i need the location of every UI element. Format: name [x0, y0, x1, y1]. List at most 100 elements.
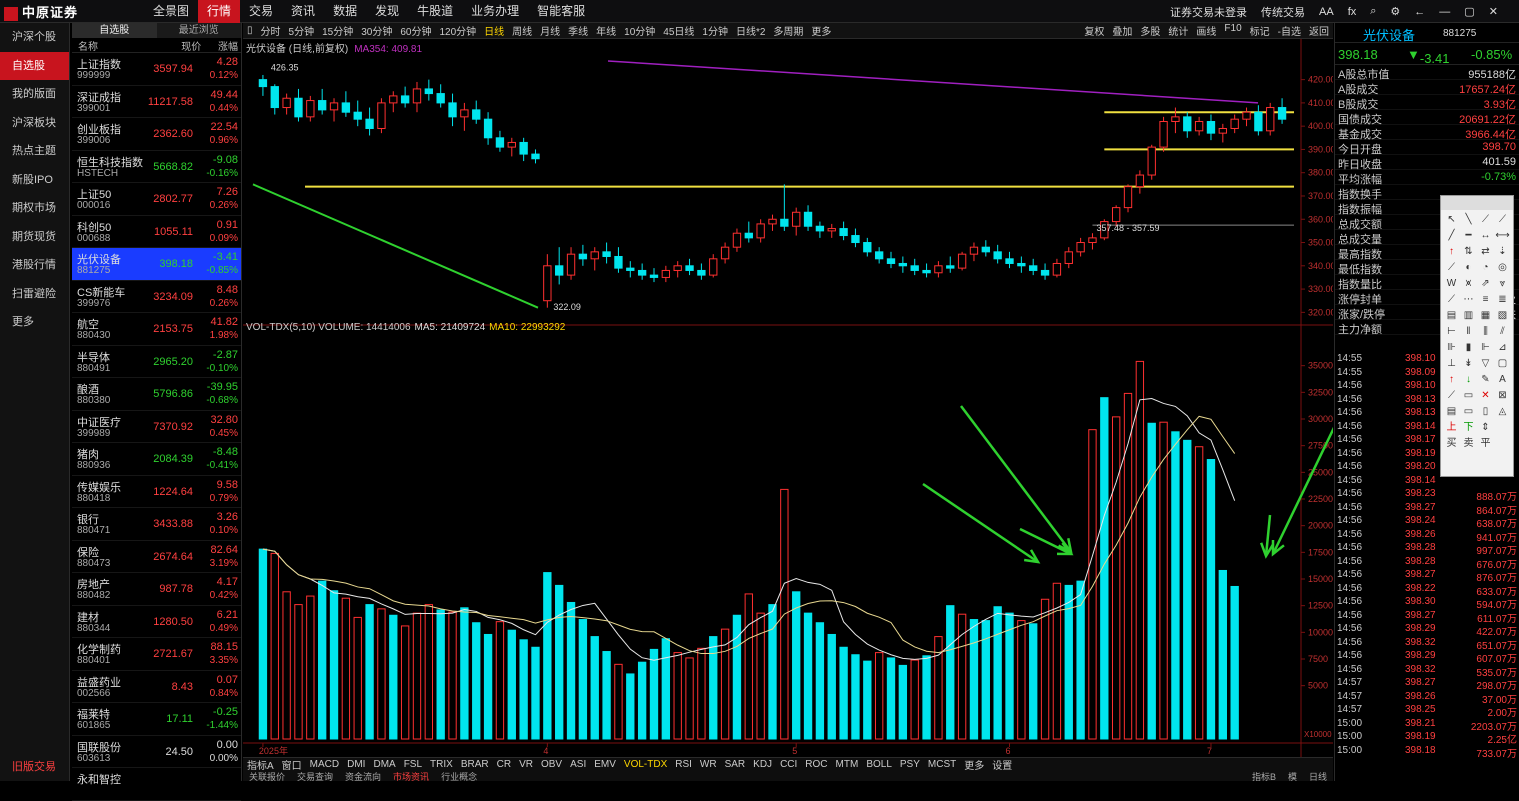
- drawing-tool-icon[interactable]: ⟋: [1444, 389, 1459, 403]
- drawing-tool-icon[interactable]: ≣: [1495, 293, 1510, 307]
- drawing-tool-icon[interactable]: ◬: [1495, 405, 1510, 419]
- drawing-tool-icon[interactable]: ⟋: [1444, 261, 1459, 275]
- topright-item[interactable]: fx: [1348, 6, 1357, 18]
- leftnav-item[interactable]: 热点主题: [0, 137, 69, 166]
- drawing-tool-icon[interactable]: ✎: [1478, 373, 1493, 387]
- indicator-tab[interactable]: DMI: [343, 759, 369, 770]
- indicator-switch[interactable]: 日线: [1303, 770, 1333, 783]
- watchlist-row[interactable]: 上证50 000016 2802.77 7.26 0.26%: [72, 183, 241, 216]
- watchlist-tab[interactable]: 自选股: [72, 23, 157, 38]
- watchlist-row[interactable]: 上证指数 999999 3597.94 4.28 0.12%: [72, 53, 241, 86]
- indicator-switch[interactable]: 指标B: [1246, 770, 1282, 783]
- drawing-tool-icon[interactable]: ◐: [1461, 261, 1476, 275]
- period-tab[interactable]: 周线: [508, 23, 536, 38]
- drawing-tool-icon[interactable]: ▧: [1495, 309, 1510, 323]
- drawing-tool-icon[interactable]: ⇗: [1478, 277, 1493, 291]
- drawing-tool-icon[interactable]: ⩙: [1461, 277, 1476, 291]
- period-tab[interactable]: 5分钟: [285, 23, 319, 38]
- chart-tool-button[interactable]: 叠加: [1108, 23, 1136, 38]
- drawing-tool-icon[interactable]: ‖: [1461, 325, 1476, 339]
- indicator-tab[interactable]: CCI: [776, 759, 801, 770]
- watchlist-row[interactable]: 传媒娱乐 880418 1224.64 9.58 0.79%: [72, 476, 241, 508]
- topnav-item[interactable]: 全景图: [144, 0, 198, 23]
- drawing-tool-icon[interactable]: ◎: [1495, 261, 1510, 275]
- drawing-tool-icon[interactable]: ⟷: [1495, 229, 1510, 243]
- period-tab[interactable]: 多周期: [769, 23, 807, 38]
- drawing-tool-icon[interactable]: ⊿: [1495, 341, 1510, 355]
- leftnav-item[interactable]: 新股IPO: [0, 166, 69, 195]
- indicator-tab[interactable]: MTM: [832, 759, 863, 770]
- drawing-tool-icon[interactable]: ╱: [1444, 229, 1459, 243]
- drawing-tool-icon[interactable]: ⟋: [1444, 293, 1459, 307]
- period-tab[interactable]: 10分钟: [620, 23, 659, 38]
- watchlist-row[interactable]: 永和智控: [72, 768, 241, 801]
- indicator-tab[interactable]: RSI: [671, 759, 696, 770]
- watchlist-row[interactable]: 航空 880430 2153.75 41.82 1.98%: [72, 313, 241, 346]
- drawing-tool-icon[interactable]: ↓: [1461, 373, 1476, 387]
- topnav-item[interactable]: 牛股道: [408, 0, 462, 23]
- period-tab[interactable]: 45日线: [659, 23, 698, 38]
- drawing-tool-icon[interactable]: ⊪: [1444, 341, 1459, 355]
- indicator-tab[interactable]: 设置: [988, 757, 1016, 772]
- layout-icon[interactable]: ▯: [243, 25, 257, 36]
- indicator-tab[interactable]: EMV: [590, 759, 620, 770]
- drawing-tool-icon[interactable]: ▯: [1478, 405, 1493, 419]
- drawing-tool-icon[interactable]: ▤: [1444, 405, 1459, 419]
- period-tab[interactable]: 季线: [564, 23, 592, 38]
- watchlist-row[interactable]: 酿酒 880380 5796.86 -39.95 -0.68%: [72, 378, 241, 411]
- leftnav-item[interactable]: 更多: [0, 308, 69, 337]
- topnav-item[interactable]: 发现: [366, 0, 408, 23]
- period-tab[interactable]: 60分钟: [396, 23, 435, 38]
- chart-tool-button[interactable]: 返回: [1305, 23, 1333, 38]
- chart-tool-button[interactable]: F10: [1220, 23, 1245, 38]
- watchlist-row[interactable]: 光伏设备 881275 398.18 -3.41 -0.85%: [72, 248, 241, 281]
- period-tab[interactable]: 分时: [257, 23, 285, 38]
- bottom-tab[interactable]: 交易查询: [291, 770, 339, 783]
- drawing-tool-icon[interactable]: ▮: [1461, 341, 1476, 355]
- drawing-tool-icon[interactable]: ╲: [1461, 213, 1476, 227]
- leftnav-item[interactable]: 期货现货: [0, 223, 69, 252]
- watchlist-tab[interactable]: 最近浏览: [157, 23, 242, 38]
- drawing-tool-icon[interactable]: ⫼: [1478, 325, 1493, 339]
- watchlist-row[interactable]: 中证医疗 399989 7370.92 32.80 0.45%: [72, 411, 241, 443]
- topright-item[interactable]: 证券交易未登录: [1170, 4, 1247, 20]
- leftnav-item[interactable]: 沪深板块: [0, 109, 69, 138]
- drawing-tool-icon[interactable]: 下: [1461, 421, 1476, 435]
- watchlist-row[interactable]: 建材 880344 1280.50 6.21 0.49%: [72, 606, 241, 638]
- watchlist-row[interactable]: 科创50 000688 1055.11 0.91 0.09%: [72, 216, 241, 248]
- topnav-item[interactable]: 数据: [324, 0, 366, 23]
- drawing-tool-icon[interactable]: 买: [1444, 437, 1459, 451]
- topright-item[interactable]: AA: [1319, 6, 1334, 18]
- drawing-tool-icon[interactable]: 平: [1478, 437, 1493, 451]
- drawing-tool-icon[interactable]: A: [1495, 373, 1510, 387]
- indicator-tab[interactable]: WR: [696, 759, 721, 770]
- watchlist-row[interactable]: 房地产 880482 987.78 4.17 0.42%: [72, 573, 241, 606]
- drawing-tool-icon[interactable]: ▤: [1444, 309, 1459, 323]
- drawing-tool-icon[interactable]: ▢: [1495, 357, 1510, 371]
- price-volume-chart[interactable]: 320.00 330.00 340.00 350.00 360.00 370.00 380.…: [243, 39, 1333, 757]
- indicator-switch[interactable]: 模: [1282, 770, 1303, 783]
- drawing-tool-icon[interactable]: ⊢: [1444, 325, 1459, 339]
- drawing-tool-icon[interactable]: ⩔: [1495, 277, 1510, 291]
- chart-tool-button[interactable]: -自选: [1274, 23, 1305, 38]
- drawing-tool-icon[interactable]: ⋯: [1461, 293, 1476, 307]
- indicator-tab[interactable]: ROC: [801, 759, 831, 770]
- period-tab[interactable]: 30分钟: [357, 23, 396, 38]
- watchlist-row[interactable]: 国联股份 603613 24.50 0.00 0.00%: [72, 736, 241, 768]
- drawing-tool-icon[interactable]: ▭: [1461, 389, 1476, 403]
- topnav-item[interactable]: 资讯: [282, 0, 324, 23]
- indicator-tab[interactable]: TRIX: [426, 759, 457, 770]
- period-tab[interactable]: 120分钟: [435, 23, 480, 38]
- minimize-icon[interactable]: —: [1439, 6, 1450, 18]
- chart-tool-button[interactable]: 画线: [1192, 23, 1220, 38]
- indicator-tab[interactable]: OBV: [537, 759, 566, 770]
- drawing-tool-icon[interactable]: ▦: [1478, 309, 1493, 323]
- watchlist-row[interactable]: 益盛药业 002566 8.43 0.07 0.84%: [72, 671, 241, 703]
- drawing-tool-icon[interactable]: ↑: [1444, 245, 1459, 259]
- drawing-tool-icon[interactable]: ↖: [1444, 213, 1459, 227]
- topright-item[interactable]: 传统交易: [1261, 4, 1305, 20]
- drawing-panel-title[interactable]: [1441, 196, 1513, 210]
- watchlist-row[interactable]: 恒生科技指数 HSTECH 5668.82 -9.08 -0.16%: [72, 151, 241, 183]
- indicator-tab[interactable]: ASI: [566, 759, 590, 770]
- indicator-tab[interactable]: BRAR: [457, 759, 493, 770]
